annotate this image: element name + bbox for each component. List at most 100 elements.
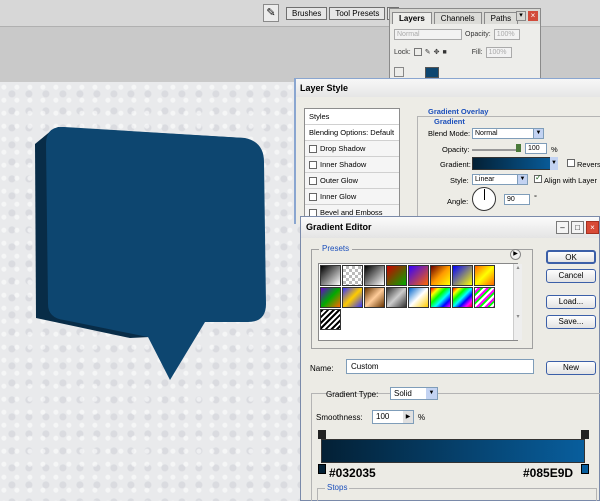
preset-swatch[interactable]: [342, 265, 363, 286]
name-label: Name:: [310, 364, 334, 373]
tool-presets-tab[interactable]: Tool Presets: [329, 7, 386, 20]
stops-label: Stops: [325, 483, 350, 492]
layer-row[interactable]: [394, 66, 439, 78]
styles-label: Styles: [309, 112, 330, 121]
lock-all-icon[interactable]: ■: [442, 49, 446, 56]
brushes-tab[interactable]: Brushes: [286, 7, 328, 20]
outer-glow-checkbox[interactable]: [309, 176, 317, 185]
styles-item[interactable]: Styles: [305, 109, 399, 125]
gradient-overlay-title: Gradient Overlay: [428, 107, 489, 116]
blend-mode-value: Normal: [475, 130, 498, 137]
gradient-type-value: Solid: [394, 389, 412, 398]
smoothness-unit: %: [418, 413, 426, 422]
angle-input[interactable]: 90: [504, 194, 530, 205]
gradient-label: Gradient:: [440, 160, 471, 169]
inner-glow-checkbox[interactable]: [309, 192, 317, 201]
presets-scrollbar[interactable]: ▴ ▾: [513, 264, 522, 340]
lock-transparency-icon[interactable]: [413, 48, 422, 56]
name-input[interactable]: Custom: [346, 359, 534, 374]
gradient-type-select[interactable]: Solid ▼: [390, 387, 438, 400]
chevron-right-icon: ▶: [403, 411, 413, 423]
opacity-slider[interactable]: [472, 149, 520, 151]
reverse-checkbox[interactable]: [567, 159, 575, 167]
inner-shadow-item[interactable]: Inner Shadow: [305, 157, 399, 173]
drop-shadow-item[interactable]: Drop Shadow: [305, 141, 399, 157]
preset-swatch[interactable]: [430, 287, 451, 308]
load-button[interactable]: Load...: [546, 295, 596, 309]
align-with-layer-label: Align with Layer: [544, 176, 597, 185]
preset-swatch[interactable]: [320, 287, 341, 308]
color-stop-right[interactable]: [581, 464, 589, 474]
smoothness-input[interactable]: 100 ▶: [372, 410, 414, 424]
minimize-icon[interactable]: ▾: [516, 11, 526, 21]
style-value: Linear: [475, 176, 495, 183]
layer-style-list: Styles Blending Options: Default Drop Sh…: [304, 108, 400, 225]
blend-mode-label: Blend Mode:: [428, 129, 471, 138]
blending-options-item[interactable]: Blending Options: Default: [305, 125, 399, 141]
preset-swatch[interactable]: [430, 265, 451, 286]
new-button[interactable]: New: [546, 361, 596, 375]
opacity-input[interactable]: 100: [525, 143, 547, 154]
tab-channels[interactable]: Channels: [433, 12, 482, 24]
blend-mode-select[interactable]: Normal ▼: [472, 128, 544, 139]
tab-layers[interactable]: Layers: [392, 12, 432, 24]
inner-glow-item[interactable]: Inner Glow: [305, 189, 399, 205]
layers-panel: Layers Channels Paths ▾ × Normal Opacity…: [389, 8, 541, 84]
visibility-eye-icon[interactable]: [394, 67, 404, 77]
drop-shadow-checkbox[interactable]: [309, 144, 317, 153]
angle-dial[interactable]: [472, 187, 496, 211]
smoothness-label: Smoothness:: [316, 413, 363, 422]
color-stop-left[interactable]: [318, 464, 326, 474]
preset-swatch[interactable]: [452, 287, 473, 308]
preset-swatch[interactable]: [474, 287, 495, 308]
gradient-bar[interactable]: [321, 439, 585, 463]
tab-paths[interactable]: Paths: [483, 12, 519, 24]
minimize-icon[interactable]: –: [556, 221, 569, 234]
layers-fill-input[interactable]: 100%: [485, 46, 512, 58]
outer-glow-item[interactable]: Outer Glow: [305, 173, 399, 189]
gradient-editor-title: Gradient Editor: [301, 217, 599, 238]
brush-tool-icon[interactable]: ✎: [263, 4, 279, 22]
inner-shadow-label: Inner Shadow: [320, 160, 367, 169]
preset-swatch[interactable]: [320, 309, 341, 330]
close-icon[interactable]: ×: [586, 221, 599, 234]
presets-menu-icon[interactable]: ▶: [510, 249, 521, 260]
preset-swatch[interactable]: [386, 265, 407, 286]
cancel-button[interactable]: Cancel: [546, 269, 596, 283]
left-stop-hex: #032035: [329, 466, 376, 480]
preset-swatch[interactable]: [408, 287, 429, 308]
preset-swatch[interactable]: [452, 265, 473, 286]
document-canvas[interactable]: [0, 82, 300, 501]
style-label: Style:: [450, 176, 469, 185]
preset-swatch[interactable]: [408, 265, 429, 286]
maximize-icon[interactable]: □: [571, 221, 584, 234]
ok-button[interactable]: OK: [546, 250, 596, 264]
fill-label: Fill:: [471, 48, 483, 56]
preset-swatch[interactable]: [320, 265, 341, 286]
save-button[interactable]: Save...: [546, 315, 596, 329]
style-select[interactable]: Linear ▼: [472, 174, 528, 185]
preset-swatch[interactable]: [364, 287, 385, 308]
gradient-picker-arrow[interactable]: ▼: [550, 157, 558, 170]
gradient-preview[interactable]: [472, 157, 556, 170]
close-icon[interactable]: ×: [528, 11, 538, 21]
opacity-stop-right[interactable]: [581, 430, 589, 439]
lock-position-icon[interactable]: ✥: [434, 48, 440, 56]
preset-swatch[interactable]: [342, 287, 363, 308]
preset-swatch[interactable]: [474, 265, 495, 286]
blending-options-label: Blending Options: Default: [309, 128, 395, 137]
preset-swatch[interactable]: [364, 265, 385, 286]
layers-blend-mode-select[interactable]: Normal: [394, 28, 462, 40]
layers-opacity-input[interactable]: 100%: [493, 28, 520, 40]
opacity-stop-left[interactable]: [318, 430, 326, 439]
inner-shadow-checkbox[interactable]: [309, 160, 317, 169]
lock-image-icon[interactable]: ✎: [425, 48, 431, 56]
preset-swatch[interactable]: [386, 287, 407, 308]
smoothness-value: 100: [376, 412, 390, 421]
opacity-slider-thumb[interactable]: [516, 144, 521, 152]
opacity-label: Opacity:: [442, 145, 470, 154]
angle-label: Angle:: [447, 197, 469, 206]
align-with-layer-checkbox[interactable]: [534, 173, 542, 183]
drop-shadow-label: Drop Shadow: [320, 144, 366, 153]
chevron-down-icon: ▼: [426, 388, 437, 399]
